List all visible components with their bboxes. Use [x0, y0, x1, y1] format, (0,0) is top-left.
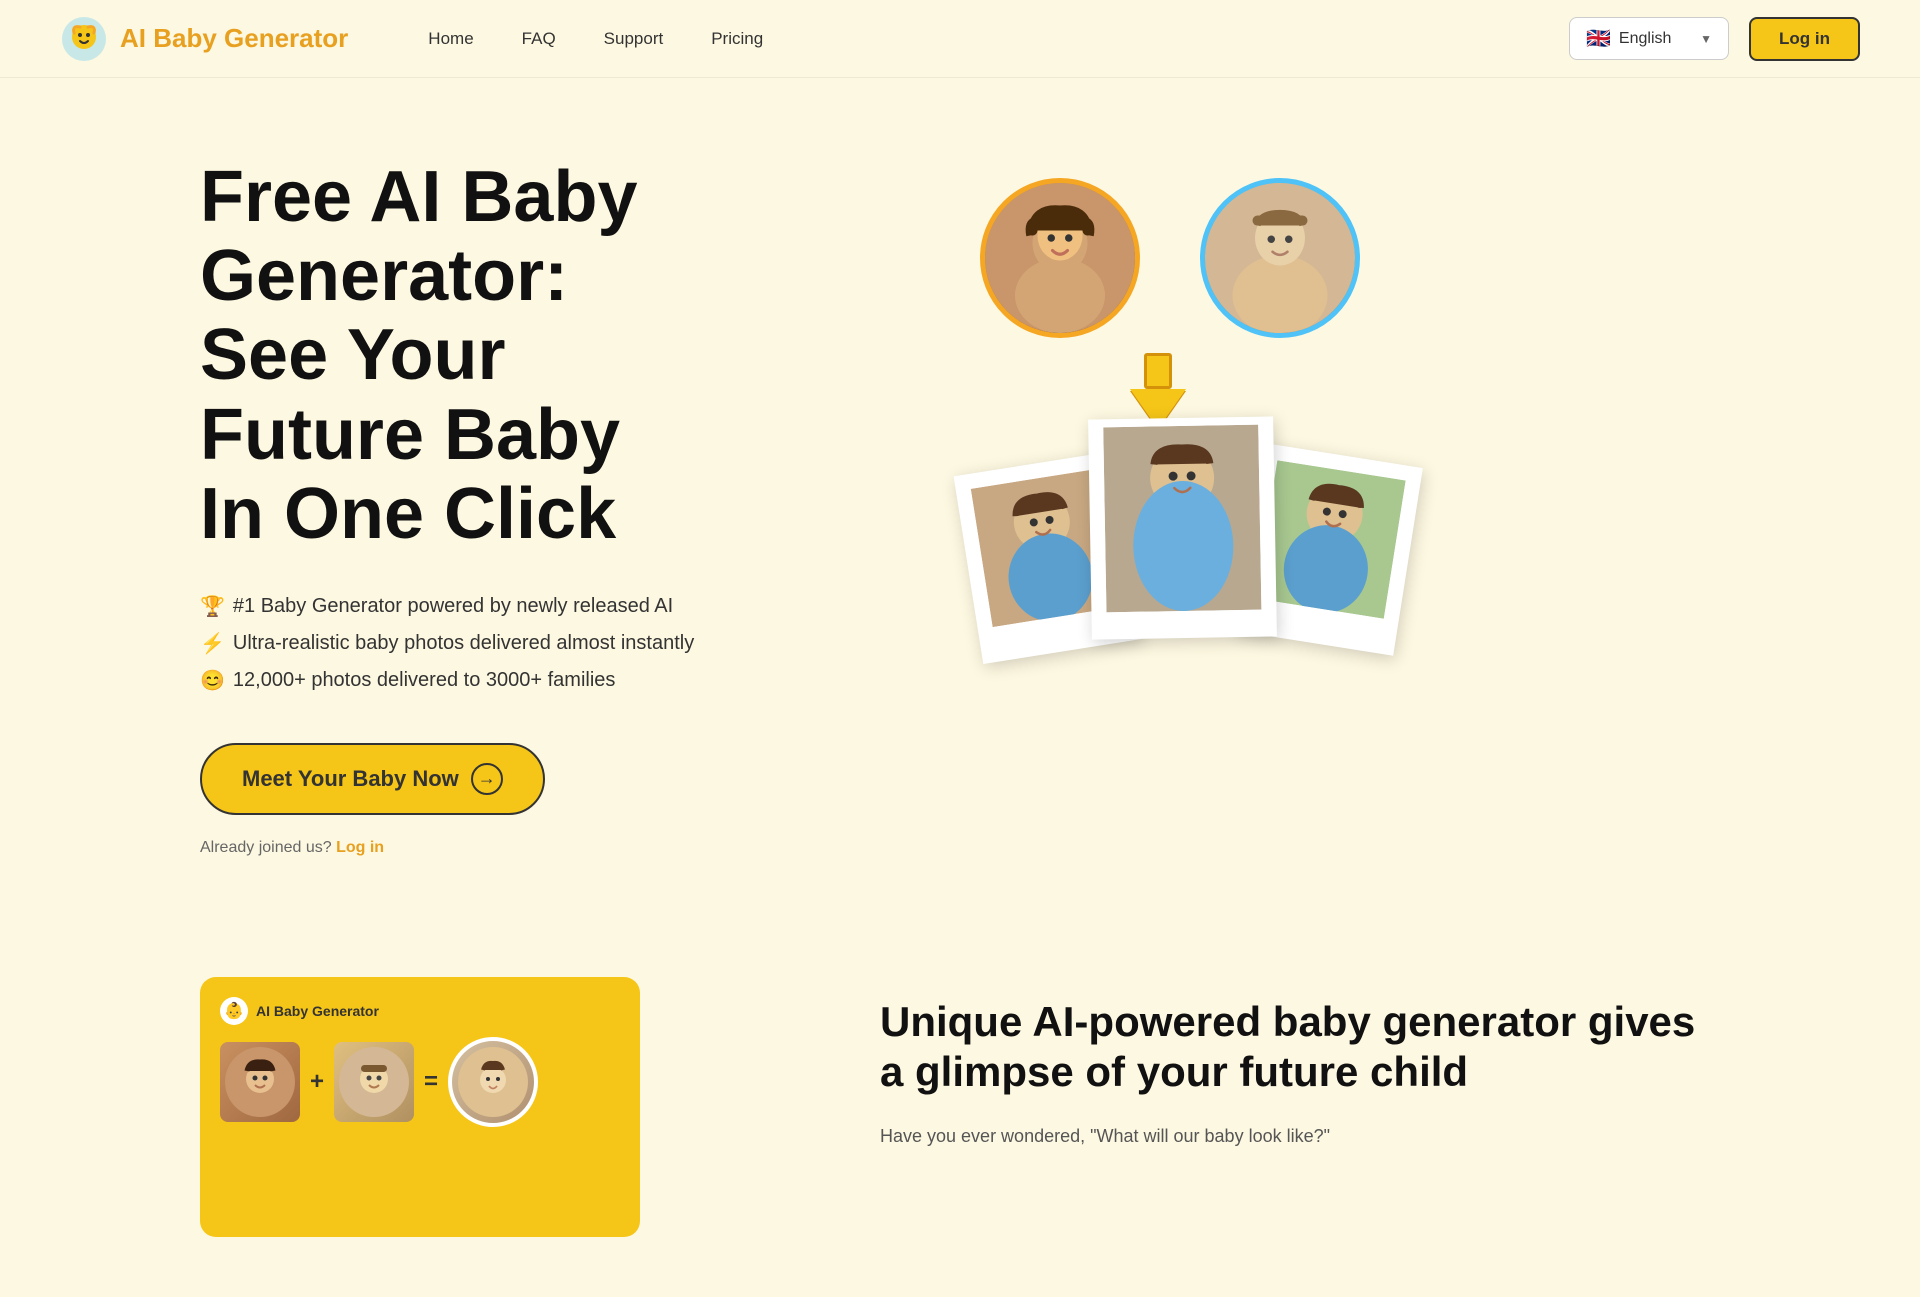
app-baby-svg: [458, 1047, 528, 1117]
nav-pricing[interactable]: Pricing: [711, 29, 763, 48]
app-dad-face: [334, 1042, 414, 1122]
feature-item: 🏆 #1 Baby Generator powered by newly rel…: [200, 594, 920, 619]
login-button[interactable]: Log in: [1749, 17, 1860, 61]
app-faces-row: + =: [220, 1037, 620, 1127]
nav-links: Home FAQ Support Pricing: [428, 29, 763, 49]
feature-text: #1 Baby Generator powered by newly relea…: [233, 595, 673, 618]
baby-image-2: [1103, 424, 1261, 612]
arrow-shaft: [1144, 353, 1172, 389]
hero-illustration: [920, 158, 1720, 678]
nav-support[interactable]: Support: [604, 29, 664, 48]
navbar: AI Baby Generator Home FAQ Support Prici…: [0, 0, 1920, 78]
app-name: AI Baby Generator: [256, 1003, 379, 1019]
nav-right: 🇬🇧 English ▼ Log in: [1569, 17, 1860, 61]
baby-image-3: [1255, 460, 1405, 619]
already-joined-text: Already joined us? Log in: [200, 839, 920, 857]
app-logo-icon: 👶: [220, 997, 248, 1025]
feature-text: 12,000+ photos delivered to 3000+ famili…: [233, 669, 616, 692]
language-label: English: [1619, 30, 1692, 48]
flag-icon: 🇬🇧: [1586, 26, 1611, 51]
equals-icon: =: [424, 1068, 438, 1096]
app-mom-svg: [225, 1047, 295, 1117]
hero-content: Free AI BabyGenerator:See YourFuture Bab…: [200, 158, 920, 857]
app-header: 👶 AI Baby Generator: [220, 997, 620, 1025]
hero-features-list: 🏆 #1 Baby Generator powered by newly rel…: [200, 594, 920, 693]
joined-label: Already joined us?: [200, 839, 332, 856]
chevron-down-icon: ▼: [1700, 32, 1712, 46]
cta-label: Meet Your Baby Now: [242, 766, 459, 792]
logo-icon: [60, 15, 108, 63]
hero-section: Free AI BabyGenerator:See YourFuture Bab…: [0, 78, 1920, 917]
section2: 👶 AI Baby Generator +: [0, 917, 1920, 1297]
feature-item: ⚡ Ultra-realistic baby photos delivered …: [200, 631, 920, 656]
mom-avatar: [985, 183, 1135, 333]
login-link[interactable]: Log in: [336, 839, 384, 856]
brand-name: AI Baby Generator: [120, 23, 348, 54]
trophy-icon: 🏆: [200, 594, 225, 619]
hero-title: Free AI BabyGenerator:See YourFuture Bab…: [200, 158, 920, 554]
feature-text: Ultra-realistic baby photos delivered al…: [233, 632, 694, 655]
logo-link[interactable]: AI Baby Generator: [60, 15, 348, 63]
app-baby-result: [448, 1037, 538, 1127]
language-selector[interactable]: 🇬🇧 English ▼: [1569, 17, 1729, 60]
arrow-circle-icon: →: [471, 763, 503, 795]
app-mockup: 👶 AI Baby Generator +: [200, 977, 640, 1237]
mom-circle: [980, 178, 1140, 338]
baby-photo-2: [1088, 416, 1277, 639]
cta-button[interactable]: Meet Your Baby Now →: [200, 743, 545, 815]
dad-circle: [1200, 178, 1360, 338]
nav-home[interactable]: Home: [428, 29, 473, 48]
app-dad-svg: [339, 1047, 409, 1117]
section2-description: Have you ever wondered, "What will our b…: [880, 1122, 1720, 1151]
section2-text: Unique AI-powered baby generator gives a…: [880, 977, 1720, 1151]
app-mom-face: [220, 1042, 300, 1122]
plus-icon: +: [310, 1068, 324, 1096]
baby-photos-container: [930, 418, 1435, 638]
smiley-icon: 😊: [200, 668, 225, 693]
section2-illustration: 👶 AI Baby Generator +: [200, 977, 780, 1237]
nav-faq[interactable]: FAQ: [522, 29, 556, 48]
dad-avatar: [1205, 183, 1355, 333]
lightning-icon: ⚡: [200, 631, 225, 656]
feature-item: 😊 12,000+ photos delivered to 3000+ fami…: [200, 668, 920, 693]
section2-title: Unique AI-powered baby generator gives a…: [880, 997, 1720, 1098]
